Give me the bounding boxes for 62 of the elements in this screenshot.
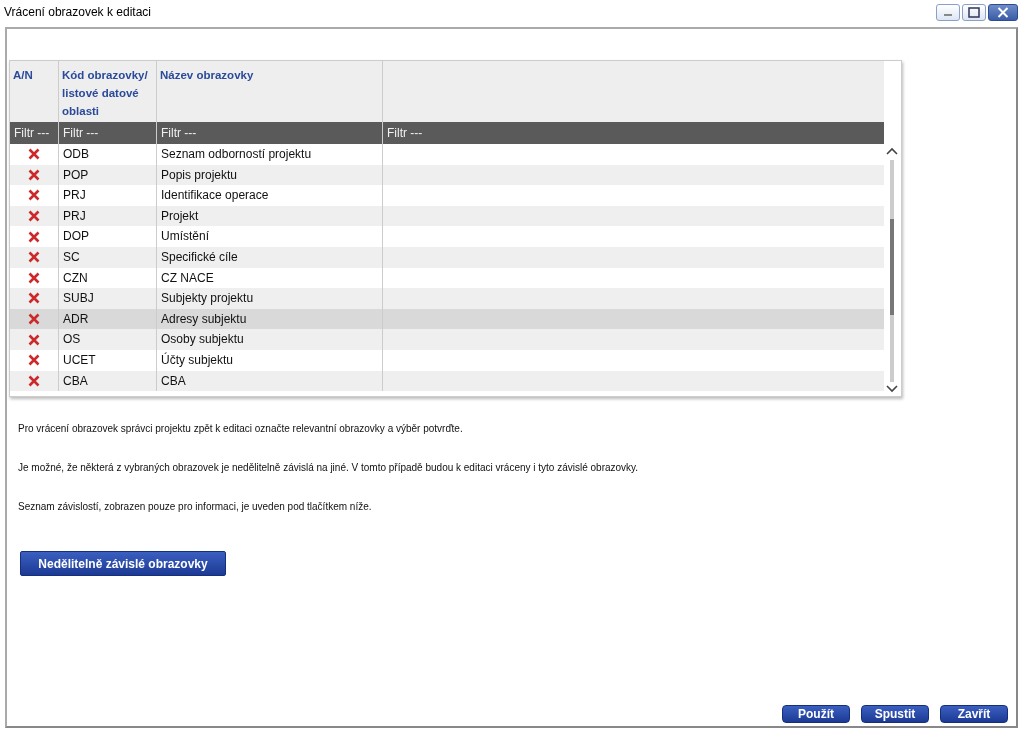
- info-text: Seznam závislostí, zobrazen pouze pro informaci, je uveden pod tlačítkem níže.: [17, 501, 373, 512]
- cross-icon[interactable]: [28, 271, 40, 284]
- table-row[interactable]: PRJ Identifikace operace: [10, 185, 884, 206]
- info-text: Pro vrácení obrazovek správci projektu zpět k editaci označte relevantní obrazovky a výběr potvrďte.: [17, 423, 464, 434]
- table-cell: Seznam odborností projektu: [157, 144, 383, 165]
- table-row[interactable]: SC Specifické cíle: [10, 246, 884, 268]
- footer-button[interactable]: Zavřít: [940, 705, 1008, 723]
- table-cell: CBA: [157, 370, 383, 392]
- cross-icon[interactable]: [28, 374, 40, 387]
- close-icon: [997, 6, 1009, 18]
- table-cell: DOP: [59, 226, 157, 247]
- cross-icon[interactable]: [28, 148, 40, 161]
- table-cell: UCET: [59, 349, 157, 371]
- cross-icon[interactable]: [28, 168, 40, 181]
- cross-icon[interactable]: [28, 313, 40, 326]
- close-button[interactable]: [988, 3, 1018, 21]
- table-row[interactable]: OS Osoby subjektu: [10, 329, 884, 350]
- cross-icon[interactable]: [28, 251, 40, 264]
- table-cell: POP: [59, 164, 157, 186]
- table-cell: ODB: [59, 144, 157, 165]
- table-row[interactable]: ODB Seznam odborností projektu: [10, 144, 884, 165]
- chevron-up-icon[interactable]: [886, 147, 898, 155]
- cross-icon[interactable]: [28, 354, 40, 367]
- table-cell: Specifické cíle: [157, 246, 383, 268]
- cross-icon[interactable]: [28, 333, 40, 346]
- info-text: Je možné, že některá z vybraných obrazovek je nedělitelně závislá na jiné. V tomto případě budou k editaci vráceny i tyto závislé obrazovky.: [17, 462, 640, 473]
- table-cell: Subjekty projektu: [157, 288, 383, 309]
- maximize-icon: [968, 6, 980, 18]
- footer-button[interactable]: Použít: [782, 705, 850, 723]
- cross-icon[interactable]: [28, 230, 40, 243]
- filter-field[interactable]: Filtr ---: [383, 122, 884, 144]
- table-row[interactable]: POP Popis projektu: [10, 164, 884, 186]
- table-row[interactable]: DOP Umístění: [10, 226, 884, 247]
- table-cell: PRJ: [59, 205, 157, 227]
- chevron-down-icon[interactable]: [886, 385, 898, 393]
- table-cell: SUBJ: [59, 288, 157, 309]
- table-row[interactable]: PRJ Projekt: [10, 205, 884, 227]
- table-cell: Účty subjektu: [157, 349, 383, 371]
- cross-icon[interactable]: [28, 189, 40, 202]
- table-row[interactable]: UCET Účty subjektu: [10, 349, 884, 371]
- table-cell: Osoby subjektu: [157, 329, 383, 350]
- table-cell: Popis projektu: [157, 164, 383, 186]
- table-cell: Umístění: [157, 226, 383, 247]
- table-cell: SC: [59, 246, 157, 268]
- table-row[interactable]: SUBJ Subjekty projektu: [10, 288, 884, 309]
- table-cell: OS: [59, 329, 157, 350]
- filter-field[interactable]: Filtr ---: [59, 122, 156, 144]
- minimize-button[interactable]: [936, 3, 960, 21]
- cross-icon[interactable]: [28, 292, 40, 305]
- table-cell: Identifikace operace: [157, 185, 383, 206]
- table-cell: PRJ: [59, 185, 157, 206]
- maximize-button[interactable]: [962, 3, 986, 21]
- window-title: Vrácení obrazovek k editaci: [4, 5, 151, 19]
- table-row[interactable]: ADR Adresy subjektu: [10, 308, 884, 330]
- table-cell: Projekt: [157, 205, 383, 227]
- table-cell: CBA: [59, 370, 157, 392]
- table-row[interactable]: CBA CBA: [10, 370, 884, 392]
- cross-icon[interactable]: [28, 210, 40, 223]
- filter-field[interactable]: Filtr ---: [157, 122, 382, 144]
- footer-button[interactable]: Spustit: [861, 705, 929, 723]
- filter-field[interactable]: Filtr ---: [10, 122, 58, 144]
- dependent-screens-button[interactable]: Nedělitelně závislé obrazovky: [20, 551, 226, 576]
